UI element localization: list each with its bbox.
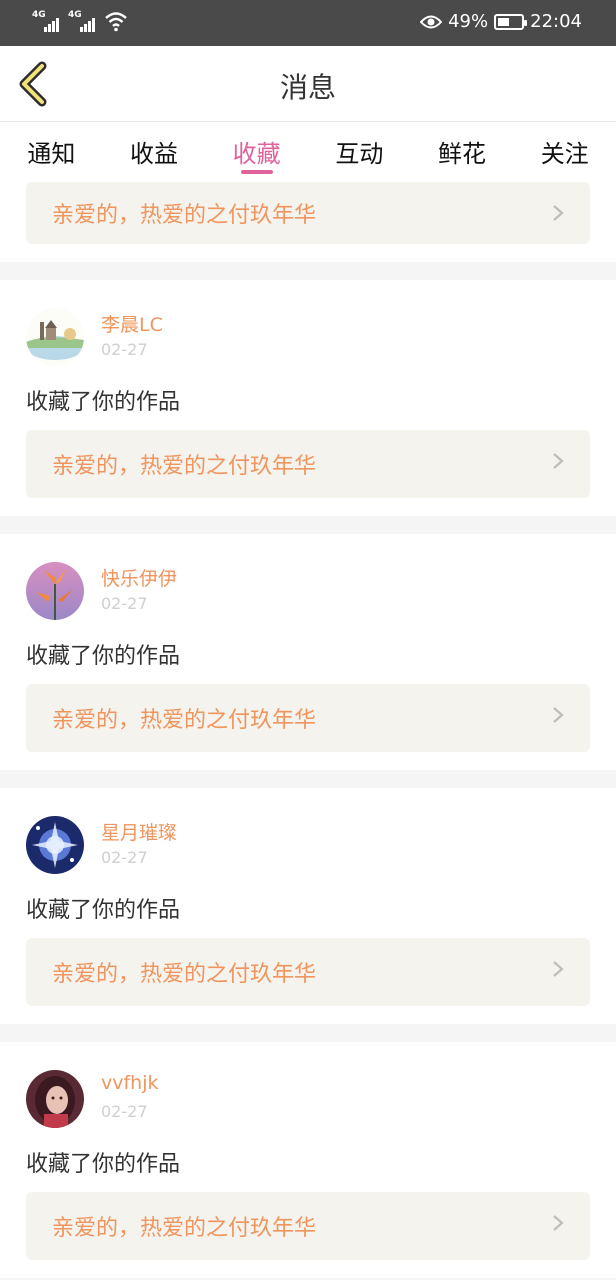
username[interactable]: vvfhjk (101, 1072, 159, 1094)
work-link[interactable]: 亲爱的，热爱的之付玖年华 (26, 430, 590, 498)
action-text: 收藏了你的作品 (26, 390, 181, 415)
timestamp: 02-27 (101, 594, 148, 613)
eye-icon (420, 15, 443, 28)
tab-label: 通知 (27, 140, 76, 168)
username[interactable]: 李晨LC (101, 310, 163, 337)
message-list[interactable]: 亲爱的，热爱的之付玖年华 李晨LC 02-27 收藏了你的作品 亲爱的，热爱的之… (0, 182, 616, 1280)
username[interactable]: 快乐伊伊 (101, 564, 177, 591)
action-text: 收藏了你的作品 (26, 644, 181, 669)
signal-label: 4G (32, 10, 46, 20)
timestamp: 02-27 (101, 1102, 148, 1121)
tab-label: 互动 (335, 140, 384, 168)
page-title: 消息 (279, 71, 336, 104)
chevron-right-icon (553, 1215, 564, 1231)
tab-notifications[interactable]: 通知 (0, 122, 103, 182)
tab-label: 鲜花 (438, 140, 487, 168)
active-tab-indicator (240, 170, 273, 174)
tab-favorites[interactable]: 收藏 (205, 122, 308, 182)
status-bar: 4G 4G 49% 22:04 (0, 0, 616, 46)
chevron-right-icon (553, 707, 564, 723)
avatar[interactable] (26, 1070, 84, 1128)
work-title: 亲爱的，热爱的之付玖年华 (52, 203, 317, 228)
work-title: 亲爱的，热爱的之付玖年华 (52, 708, 317, 733)
work-title: 亲爱的，热爱的之付玖年华 (52, 454, 317, 479)
tab-label: 收益 (130, 140, 178, 168)
list-item: vvfhjk 02-27 收藏了你的作品 亲爱的，热爱的之付玖年华 (0, 1042, 616, 1278)
work-title: 亲爱的，热爱的之付玖年华 (52, 1216, 317, 1241)
avatar[interactable] (26, 308, 84, 366)
tab-earnings[interactable]: 收益 (103, 122, 206, 182)
signal-icon: 4G (32, 10, 62, 32)
chevron-right-icon (553, 453, 564, 469)
work-link[interactable]: 亲爱的，热爱的之付玖年华 (26, 182, 590, 244)
tab-flowers[interactable]: 鲜花 (411, 122, 514, 182)
username[interactable]: 星月璀璨 (101, 818, 177, 845)
list-item: 亲爱的，热爱的之付玖年华 (0, 182, 616, 262)
header: 消息 (0, 46, 616, 122)
tab-bar: 通知 收益 收藏 互动 鲜花 关注 (0, 122, 616, 182)
action-text: 收藏了你的作品 (26, 898, 181, 923)
work-link[interactable]: 亲爱的，热爱的之付玖年华 (26, 938, 590, 1006)
avatar[interactable] (26, 816, 84, 874)
tab-label: 收藏 (232, 140, 281, 168)
wifi-icon (105, 12, 127, 32)
signal-icon: 4G (68, 10, 98, 32)
signal-label: 4G (68, 10, 82, 20)
chevron-right-icon (553, 961, 564, 977)
tab-interactions[interactable]: 互动 (308, 122, 411, 182)
list-item: 快乐伊伊 02-27 收藏了你的作品 亲爱的，热爱的之付玖年华 (0, 534, 616, 770)
work-link[interactable]: 亲爱的，热爱的之付玖年华 (26, 1192, 590, 1260)
list-item: 星月璀璨 02-27 收藏了你的作品 亲爱的，热爱的之付玖年华 (0, 788, 616, 1024)
timestamp: 02-27 (101, 848, 148, 867)
action-text: 收藏了你的作品 (26, 1152, 181, 1177)
avatar[interactable] (26, 562, 84, 620)
work-title: 亲爱的，热爱的之付玖年华 (52, 962, 317, 987)
tab-follows[interactable]: 关注 (513, 122, 616, 182)
chevron-right-icon (553, 205, 564, 221)
battery-percent: 49% (448, 11, 489, 32)
battery-icon (494, 13, 528, 30)
list-item: 李晨LC 02-27 收藏了你的作品 亲爱的，热爱的之付玖年华 (0, 280, 616, 516)
timestamp: 02-27 (101, 340, 148, 359)
work-link[interactable]: 亲爱的，热爱的之付玖年华 (26, 684, 590, 752)
clock: 22:04 (530, 11, 582, 32)
tab-label: 关注 (540, 140, 589, 168)
